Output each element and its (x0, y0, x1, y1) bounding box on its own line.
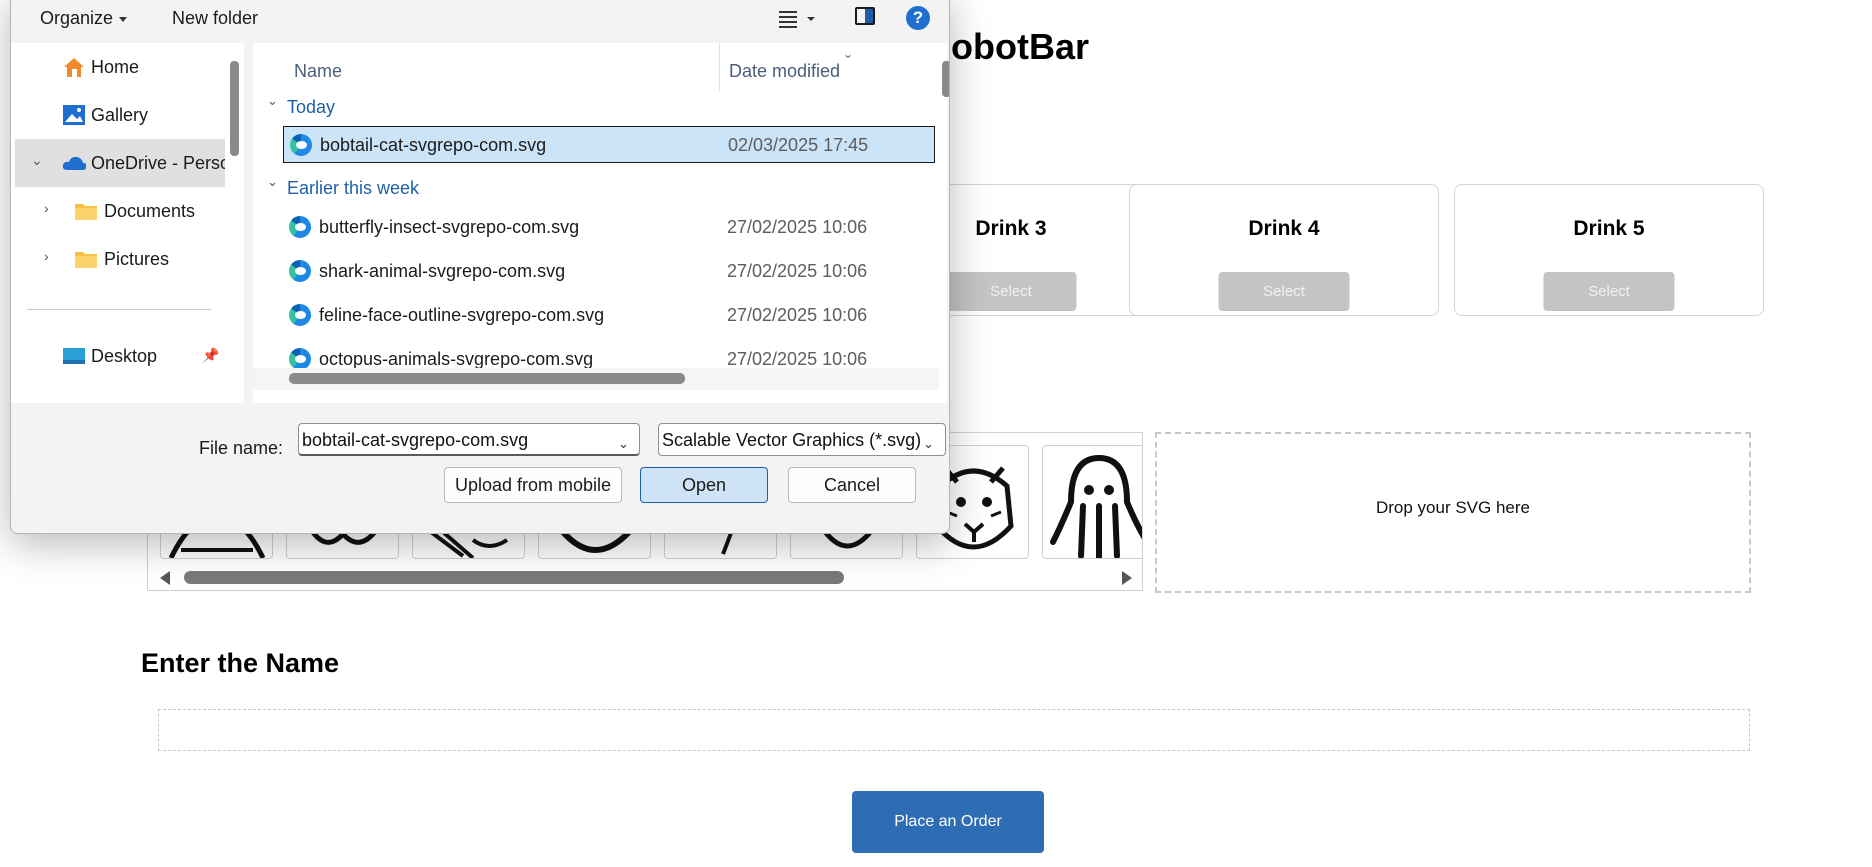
nav-item-gallery[interactable]: Gallery (11, 91, 221, 139)
view-options-icon[interactable] (779, 9, 819, 29)
nav-item-pictures[interactable]: › Pictures (11, 235, 221, 283)
organize-label: Organize (40, 8, 114, 28)
place-order-button[interactable]: Place an Order (852, 791, 1044, 853)
column-divider[interactable] (719, 43, 720, 91)
group-header-today[interactable]: Today (287, 97, 335, 118)
nav-item-onedrive[interactable]: ⌄ OneDrive - Perso (15, 139, 225, 187)
pin-icon[interactable]: 📌 (202, 347, 219, 364)
navigation-pane: Home Gallery ⌄ OneDrive - Perso › Docume… (11, 43, 244, 403)
drink-select-button[interactable]: Select (1218, 272, 1350, 311)
desktop-icon (63, 348, 85, 364)
drink-select-button[interactable]: Select (1543, 272, 1675, 311)
drop-zone-text: Drop your SVG here (1375, 497, 1530, 517)
file-name: feline-face-outline-svgrepo-com.svg (319, 305, 605, 325)
svg-tile[interactable] (1042, 445, 1142, 559)
home-icon (64, 58, 84, 77)
file-name: butterfly-insect-svgrepo-com.svg (319, 217, 580, 237)
scroll-right-icon[interactable] (1122, 571, 1132, 585)
nav-item-desktop[interactable]: Desktop 📌 (11, 332, 221, 380)
onedrive-icon (62, 156, 86, 170)
nav-divider (27, 309, 211, 310)
file-date: 27/02/2025 10:06 (727, 261, 868, 281)
file-date: 27/02/2025 10:06 (727, 349, 868, 369)
octopus-icon (1050, 454, 1142, 558)
sort-indicator-icon: ⌄ (843, 47, 854, 61)
nav-scrollbar-thumb[interactable] (230, 61, 239, 156)
gallery-icon (63, 105, 85, 125)
chevron-down-icon[interactable]: ⌄ (923, 436, 934, 452)
chevron-down-icon: ⌄ (31, 152, 43, 168)
column-header-name[interactable]: Name (294, 61, 342, 82)
dialog-toolbar: Organize New folder ? (11, 0, 949, 43)
nav-label: Documents (104, 200, 196, 221)
chevron-down-icon[interactable]: ⌄ (267, 174, 278, 190)
nav-label: Desktop (91, 345, 158, 366)
chevron-right-icon: › (44, 200, 49, 216)
file-name: bobtail-cat-svgrepo-com.svg (320, 135, 547, 155)
scrollbar-thumb[interactable] (184, 571, 844, 584)
edge-file-icon (289, 348, 311, 370)
file-row[interactable]: shark-animal-svgrepo-com.svg 27/02/2025 … (283, 253, 935, 290)
file-name-input[interactable]: bobtail-cat-svgrepo-com.svg (298, 423, 640, 456)
drink-card-5: Drink 5 Select (1454, 184, 1764, 316)
file-row[interactable]: bobtail-cat-svgrepo-com.svg 02/03/2025 1… (283, 126, 935, 163)
file-open-dialog: Organize New folder ? Home Gallery ⌄ One… (10, 0, 950, 534)
nav-item-home[interactable]: Home (11, 43, 221, 91)
help-icon[interactable]: ? (906, 6, 930, 30)
preview-pane-icon[interactable] (855, 7, 875, 25)
chevron-down-icon (119, 16, 128, 22)
gallery-scrollbar[interactable] (148, 564, 1142, 590)
folder-icon (75, 252, 97, 268)
drink-select-button[interactable]: Select (945, 272, 1077, 311)
chevron-right-icon: › (44, 248, 49, 264)
svg-drop-zone[interactable]: Drop your SVG here (1155, 432, 1751, 593)
name-input[interactable] (158, 709, 1750, 751)
file-row[interactable]: feline-face-outline-svgrepo-com.svg 27/0… (283, 297, 935, 334)
dialog-footer: File name: bobtail-cat-svgrepo-com.svg ⌄… (11, 403, 949, 533)
column-header-date[interactable]: Date modified (729, 61, 840, 82)
file-type-select[interactable]: Scalable Vector Graphics (*.svg) (658, 423, 946, 456)
file-date: 02/03/2025 17:45 (728, 135, 869, 155)
folder-icon (75, 204, 97, 220)
file-row[interactable]: butterfly-insect-svgrepo-com.svg 27/02/2… (283, 209, 935, 246)
group-header-earlier[interactable]: Earlier this week (287, 178, 419, 199)
edge-file-icon (289, 260, 311, 282)
drink-card-4: Drink 4 Select (1129, 184, 1439, 316)
organize-menu[interactable]: Organize (40, 8, 128, 29)
file-date: 27/02/2025 10:06 (727, 305, 868, 325)
nav-item-documents[interactable]: › Documents (11, 187, 221, 235)
drink-name: Drink 5 (1573, 217, 1645, 240)
file-name-label: File name: (199, 438, 284, 458)
nav-label: Pictures (104, 248, 170, 269)
open-button[interactable]: Open (640, 467, 768, 503)
file-date: 27/02/2025 10:06 (727, 217, 868, 237)
chevron-down-icon[interactable]: ⌄ (618, 436, 629, 452)
edge-file-icon (290, 134, 312, 156)
file-name: shark-animal-svgrepo-com.svg (319, 261, 566, 281)
upload-from-mobile-button[interactable]: Upload from mobile (444, 467, 622, 503)
file-list-pane: Name Date modified ⌄ ⌄ Today bobtail-cat… (253, 43, 949, 403)
nav-label: Home (91, 56, 140, 77)
drink-name: Drink 4 (1248, 217, 1320, 240)
new-folder-button[interactable]: New folder (172, 8, 258, 29)
nav-label: OneDrive - Perso (91, 152, 225, 173)
scroll-left-icon[interactable] (160, 571, 170, 585)
cancel-button[interactable]: Cancel (788, 467, 916, 503)
nav-label: Gallery (91, 104, 149, 125)
enter-name-heading: Enter the Name (141, 648, 340, 678)
edge-file-icon (289, 304, 311, 326)
chevron-down-icon[interactable]: ⌄ (267, 93, 278, 109)
file-name: octopus-animals-svgrepo-com.svg (319, 349, 594, 369)
horizontal-scrollbar-thumb[interactable] (289, 373, 685, 384)
vertical-scrollbar-thumb[interactable] (942, 61, 949, 97)
edge-file-icon (289, 216, 311, 238)
